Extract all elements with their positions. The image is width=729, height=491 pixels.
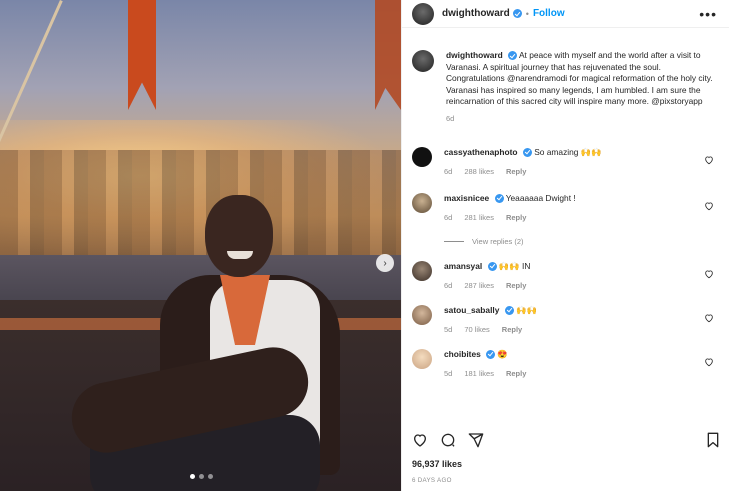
carousel-dot bbox=[199, 474, 204, 479]
follow-button[interactable]: Follow bbox=[533, 8, 565, 19]
reply-button[interactable]: Reply bbox=[506, 213, 526, 222]
post-header: dwighthoward • Follow ••• bbox=[402, 0, 729, 28]
verified-icon bbox=[487, 261, 497, 271]
bookmark-icon[interactable] bbox=[706, 432, 720, 448]
person-head bbox=[205, 195, 273, 277]
share-icon[interactable] bbox=[468, 432, 484, 448]
avatar[interactable] bbox=[412, 348, 432, 369]
comment-body: amansyal 🙌🙌 IN bbox=[444, 261, 530, 272]
comment-time: 5d bbox=[444, 368, 453, 378]
caption-time: 6d bbox=[446, 113, 455, 123]
verified-icon bbox=[508, 51, 518, 61]
comment-likes[interactable]: 288 likes bbox=[464, 167, 494, 176]
comment-text: So amazing 🙌🙌 bbox=[534, 146, 602, 157]
comment-body: maxisnicee Yeaaaaaa Dwight ! bbox=[444, 193, 576, 204]
verified-icon bbox=[486, 349, 496, 359]
avatar[interactable] bbox=[412, 2, 434, 25]
comment-username[interactable]: choibites bbox=[444, 349, 481, 359]
comment-text: 🙌🙌 IN bbox=[498, 260, 531, 271]
comments-list[interactable]: dwighthoward At peace with myself and th… bbox=[402, 40, 729, 420]
avatar[interactable] bbox=[412, 146, 432, 167]
caption-text: dwighthoward At peace with myself and th… bbox=[446, 50, 721, 108]
comment-item: cassyathenaphoto So amazing 🙌🙌 6d 288 li… bbox=[412, 146, 720, 176]
reply-button[interactable]: Reply bbox=[506, 281, 526, 290]
comment-text: 🙌🙌 bbox=[516, 304, 537, 315]
post-caption: dwighthoward At peace with myself and th… bbox=[412, 50, 720, 123]
more-options-icon[interactable]: ••• bbox=[699, 6, 717, 22]
comment-item: maxisnicee Yeaaaaaa Dwight ! 6d 281 like… bbox=[412, 192, 720, 222]
reply-button[interactable]: Reply bbox=[506, 369, 526, 378]
comment-body: choibites 😍 bbox=[444, 349, 526, 360]
post-side-panel: dwighthoward • Follow ••• dwighthoward A… bbox=[401, 0, 729, 491]
verified-icon bbox=[512, 9, 522, 18]
separator-dot: • bbox=[525, 8, 529, 19]
comment-likes[interactable]: 287 likes bbox=[464, 281, 494, 290]
post-date: 6 DAYS AGO bbox=[412, 477, 452, 484]
reply-button[interactable]: Reply bbox=[502, 325, 522, 334]
view-replies-line bbox=[444, 240, 464, 242]
comment-likes[interactable]: 181 likes bbox=[464, 369, 494, 378]
comment-body: satou_sabally 🙌🙌 bbox=[444, 305, 537, 316]
comment-time: 5d bbox=[444, 324, 453, 334]
person-smile bbox=[227, 251, 253, 259]
post-username[interactable]: dwighthoward bbox=[442, 8, 510, 19]
comment-icon[interactable] bbox=[440, 432, 456, 448]
comment-meta: 6d 281 likes Reply bbox=[444, 213, 576, 222]
comment-username[interactable]: amansyal bbox=[444, 261, 482, 271]
comment-likes[interactable]: 281 likes bbox=[464, 213, 494, 222]
comment-text: 😍 bbox=[497, 348, 508, 359]
comment-meta: 5d 181 likes Reply bbox=[444, 369, 526, 378]
verified-icon bbox=[522, 147, 532, 157]
chevron-right-icon[interactable]: › bbox=[376, 254, 394, 272]
heart-icon[interactable] bbox=[704, 357, 714, 367]
saffron-flag bbox=[128, 0, 156, 110]
verified-icon bbox=[494, 193, 504, 203]
comment-meta: 6d 287 likes Reply bbox=[444, 281, 530, 290]
avatar[interactable] bbox=[412, 304, 432, 325]
carousel-dots bbox=[190, 474, 213, 479]
comment-username[interactable]: satou_sabally bbox=[444, 305, 499, 315]
comment-body: cassyathenaphoto So amazing 🙌🙌 bbox=[444, 147, 602, 158]
post-photo[interactable]: › bbox=[0, 0, 401, 491]
person bbox=[65, 195, 350, 491]
caption-username[interactable]: dwighthoward bbox=[446, 50, 503, 60]
view-replies-label[interactable]: View replies (2) bbox=[472, 237, 524, 246]
comment-item: choibites 😍 5d 181 likes Reply bbox=[412, 348, 720, 378]
comment-item: amansyal 🙌🙌 IN 6d 287 likes Reply bbox=[412, 260, 720, 290]
heart-icon[interactable] bbox=[412, 432, 428, 448]
comment-meta: 6d 288 likes Reply bbox=[444, 167, 602, 176]
post-actions bbox=[402, 430, 729, 450]
heart-icon[interactable] bbox=[704, 201, 714, 211]
avatar[interactable] bbox=[412, 192, 432, 213]
carousel-dot bbox=[208, 474, 213, 479]
comment-username[interactable]: maxisnicee bbox=[444, 193, 489, 203]
comment-time: 6d bbox=[444, 280, 453, 290]
comment-meta: 5d 70 likes Reply bbox=[444, 325, 537, 334]
comment-likes[interactable]: 70 likes bbox=[464, 325, 489, 334]
comment-text: Yeaaaaaa Dwight ! bbox=[505, 192, 576, 203]
comment-item: satou_sabally 🙌🙌 5d 70 likes Reply bbox=[412, 304, 720, 334]
avatar[interactable] bbox=[412, 50, 434, 72]
comment-time: 6d bbox=[444, 212, 453, 222]
reply-button[interactable]: Reply bbox=[506, 167, 526, 176]
verified-icon bbox=[504, 305, 514, 315]
heart-icon[interactable] bbox=[704, 155, 714, 165]
instagram-post: › dwighthoward • Follow ••• dwighthoward bbox=[0, 0, 729, 491]
carousel-dot bbox=[190, 474, 195, 479]
view-replies-link[interactable]: View replies (2) bbox=[444, 237, 720, 246]
heart-icon[interactable] bbox=[704, 313, 714, 323]
avatar[interactable] bbox=[412, 260, 432, 281]
saffron-flag-right bbox=[375, 0, 401, 110]
likes-count[interactable]: 96,937 likes bbox=[412, 459, 462, 469]
heart-icon[interactable] bbox=[704, 269, 714, 279]
comment-time: 6d bbox=[444, 166, 453, 176]
comment-username[interactable]: cassyathenaphoto bbox=[444, 147, 518, 157]
